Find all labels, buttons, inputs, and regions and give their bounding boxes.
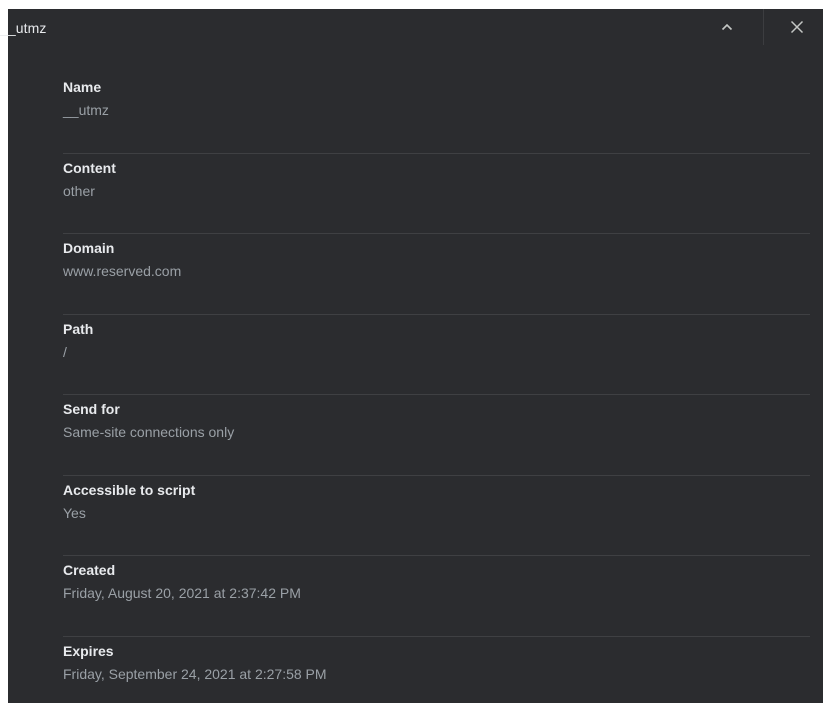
field-domain: Domain www.reserved.com bbox=[63, 234, 810, 315]
cookie-detail-panel: __utmz Name __utmz Content other Domain … bbox=[8, 9, 823, 703]
field-path: Path / bbox=[63, 315, 810, 396]
field-value: www.reserved.com bbox=[63, 263, 181, 279]
field-value: Yes bbox=[63, 505, 86, 521]
field-created: Created Friday, August 20, 2021 at 2:37:… bbox=[63, 556, 810, 637]
chevron-up-icon bbox=[721, 23, 733, 31]
field-value: Friday, August 20, 2021 at 2:37:42 PM bbox=[63, 585, 301, 601]
field-label: Path bbox=[63, 321, 93, 337]
close-button[interactable] bbox=[783, 13, 811, 41]
field-value: other bbox=[63, 183, 95, 199]
field-accessible-to-script: Accessible to script Yes bbox=[63, 476, 810, 557]
field-label: Created bbox=[63, 562, 115, 578]
field-label: Domain bbox=[63, 240, 114, 256]
field-value: / bbox=[63, 344, 67, 360]
collapse-button[interactable] bbox=[711, 13, 743, 41]
field-expires: Expires Friday, September 24, 2021 at 2:… bbox=[63, 637, 810, 717]
header-divider bbox=[763, 9, 764, 45]
field-label: Send for bbox=[63, 401, 120, 417]
field-value: Same-site connections only bbox=[63, 424, 234, 440]
field-value: __utmz bbox=[63, 102, 109, 118]
field-label: Expires bbox=[63, 643, 114, 659]
close-icon bbox=[790, 20, 804, 34]
field-label: Name bbox=[63, 79, 101, 95]
field-content: Content other bbox=[63, 154, 810, 235]
field-send-for: Send for Same-site connections only bbox=[63, 395, 810, 476]
cookie-title: __utmz bbox=[0, 20, 47, 36]
cookie-header[interactable]: __utmz bbox=[8, 9, 823, 45]
field-label: Accessible to script bbox=[63, 482, 195, 498]
cookie-fields: Name __utmz Content other Domain www.res… bbox=[63, 73, 810, 717]
field-value: Friday, September 24, 2021 at 2:27:58 PM bbox=[63, 666, 327, 682]
field-label: Content bbox=[63, 160, 116, 176]
field-name: Name __utmz bbox=[63, 73, 810, 154]
